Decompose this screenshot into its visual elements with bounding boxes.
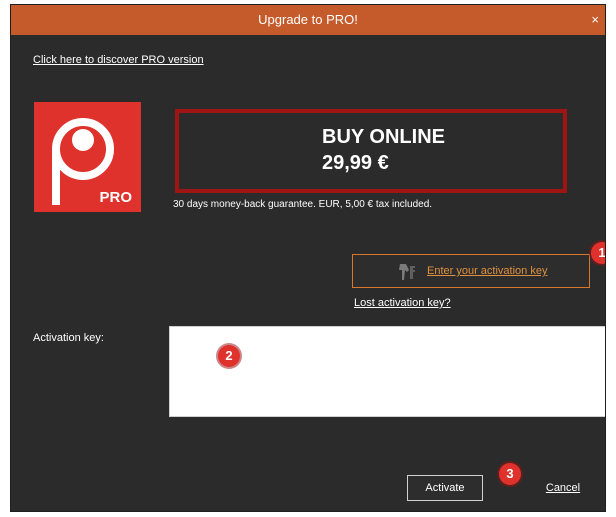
activation-key-field-label: Activation key: <box>33 332 104 344</box>
close-button[interactable]: × <box>591 5 599 35</box>
price: 29,99 € <box>322 152 389 174</box>
logo-text: PRO <box>99 189 132 206</box>
activate-button[interactable]: Activate <box>407 475 483 501</box>
upgrade-dialog: Upgrade to PRO! × Click here to discover… <box>10 4 606 512</box>
step-1-badge: 1 <box>591 242 605 264</box>
buy-online-title: BUY ONLINE <box>322 126 445 148</box>
discover-pro-link[interactable]: Click here to discover PRO version <box>33 54 204 66</box>
title-bar: Upgrade to PRO! × <box>11 5 605 35</box>
pro-logo: PRO <box>34 102 141 212</box>
guarantee-text: 30 days money-back guarantee. EUR, 5,00 … <box>173 199 433 210</box>
activation-key-input[interactable] <box>169 326 605 417</box>
buy-online-button[interactable]: BUY ONLINE 29,99 € <box>175 109 567 193</box>
step-2-badge: 2 <box>218 345 240 367</box>
dialog-title: Upgrade to PRO! <box>258 12 358 27</box>
lost-activation-key-link[interactable]: Lost activation key? <box>354 297 451 309</box>
key-icon <box>399 264 415 280</box>
cancel-button[interactable]: Cancel <box>533 475 593 501</box>
enter-activation-key-button[interactable]: Enter your activation key <box>352 254 590 288</box>
activation-key-label: Enter your activation key <box>427 265 548 277</box>
step-3-badge: 3 <box>499 463 521 485</box>
